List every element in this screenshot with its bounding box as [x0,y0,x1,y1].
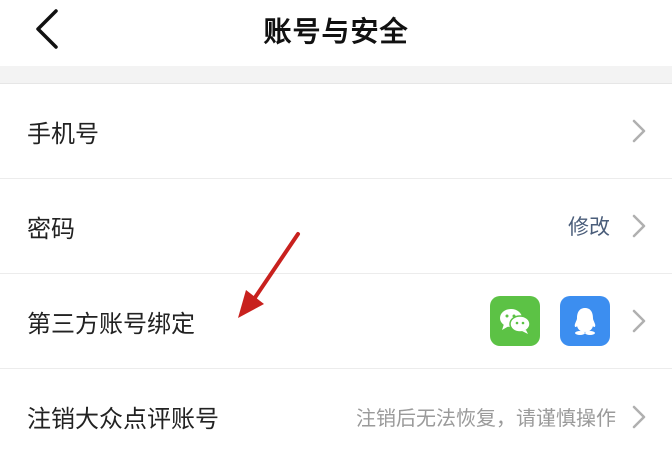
chevron-right-icon [630,404,648,430]
row-right: 注销后无法恢复，请谨慎操作 [356,402,648,431]
chevron-right-icon [630,308,648,334]
row-label: 手机号 [27,119,99,148]
row-password[interactable]: 密码 修改 [0,179,672,274]
row-cancel-account[interactable]: 注销大众点评账号 注销后无法恢复，请谨慎操作 [0,369,672,456]
row-label: 第三方账号绑定 [27,309,195,338]
row-label: 密码 [27,214,75,243]
row-right [490,296,648,346]
qq-icon[interactable] [560,296,610,346]
chevron-right-icon [630,118,648,144]
page-title: 账号与安全 [263,15,409,48]
row-right [630,118,648,144]
nav-header: 账号与安全 [0,0,672,66]
row-phone-number[interactable]: 手机号 [0,84,672,179]
settings-list: 手机号 密码 修改 第三方账号绑定 注销大众点评账号 注销后无法恢复，请谨慎操作 [0,84,672,456]
chevron-right-icon [630,213,648,239]
row-right: 修改 [568,211,648,241]
wechat-icon[interactable] [490,296,540,346]
row-third-party-binding[interactable]: 第三方账号绑定 [0,274,672,369]
section-divider [0,66,672,84]
cancel-account-hint: 注销后无法恢复，请谨慎操作 [356,406,616,430]
password-modify-link[interactable]: 修改 [568,211,610,241]
row-label: 注销大众点评账号 [27,405,219,433]
